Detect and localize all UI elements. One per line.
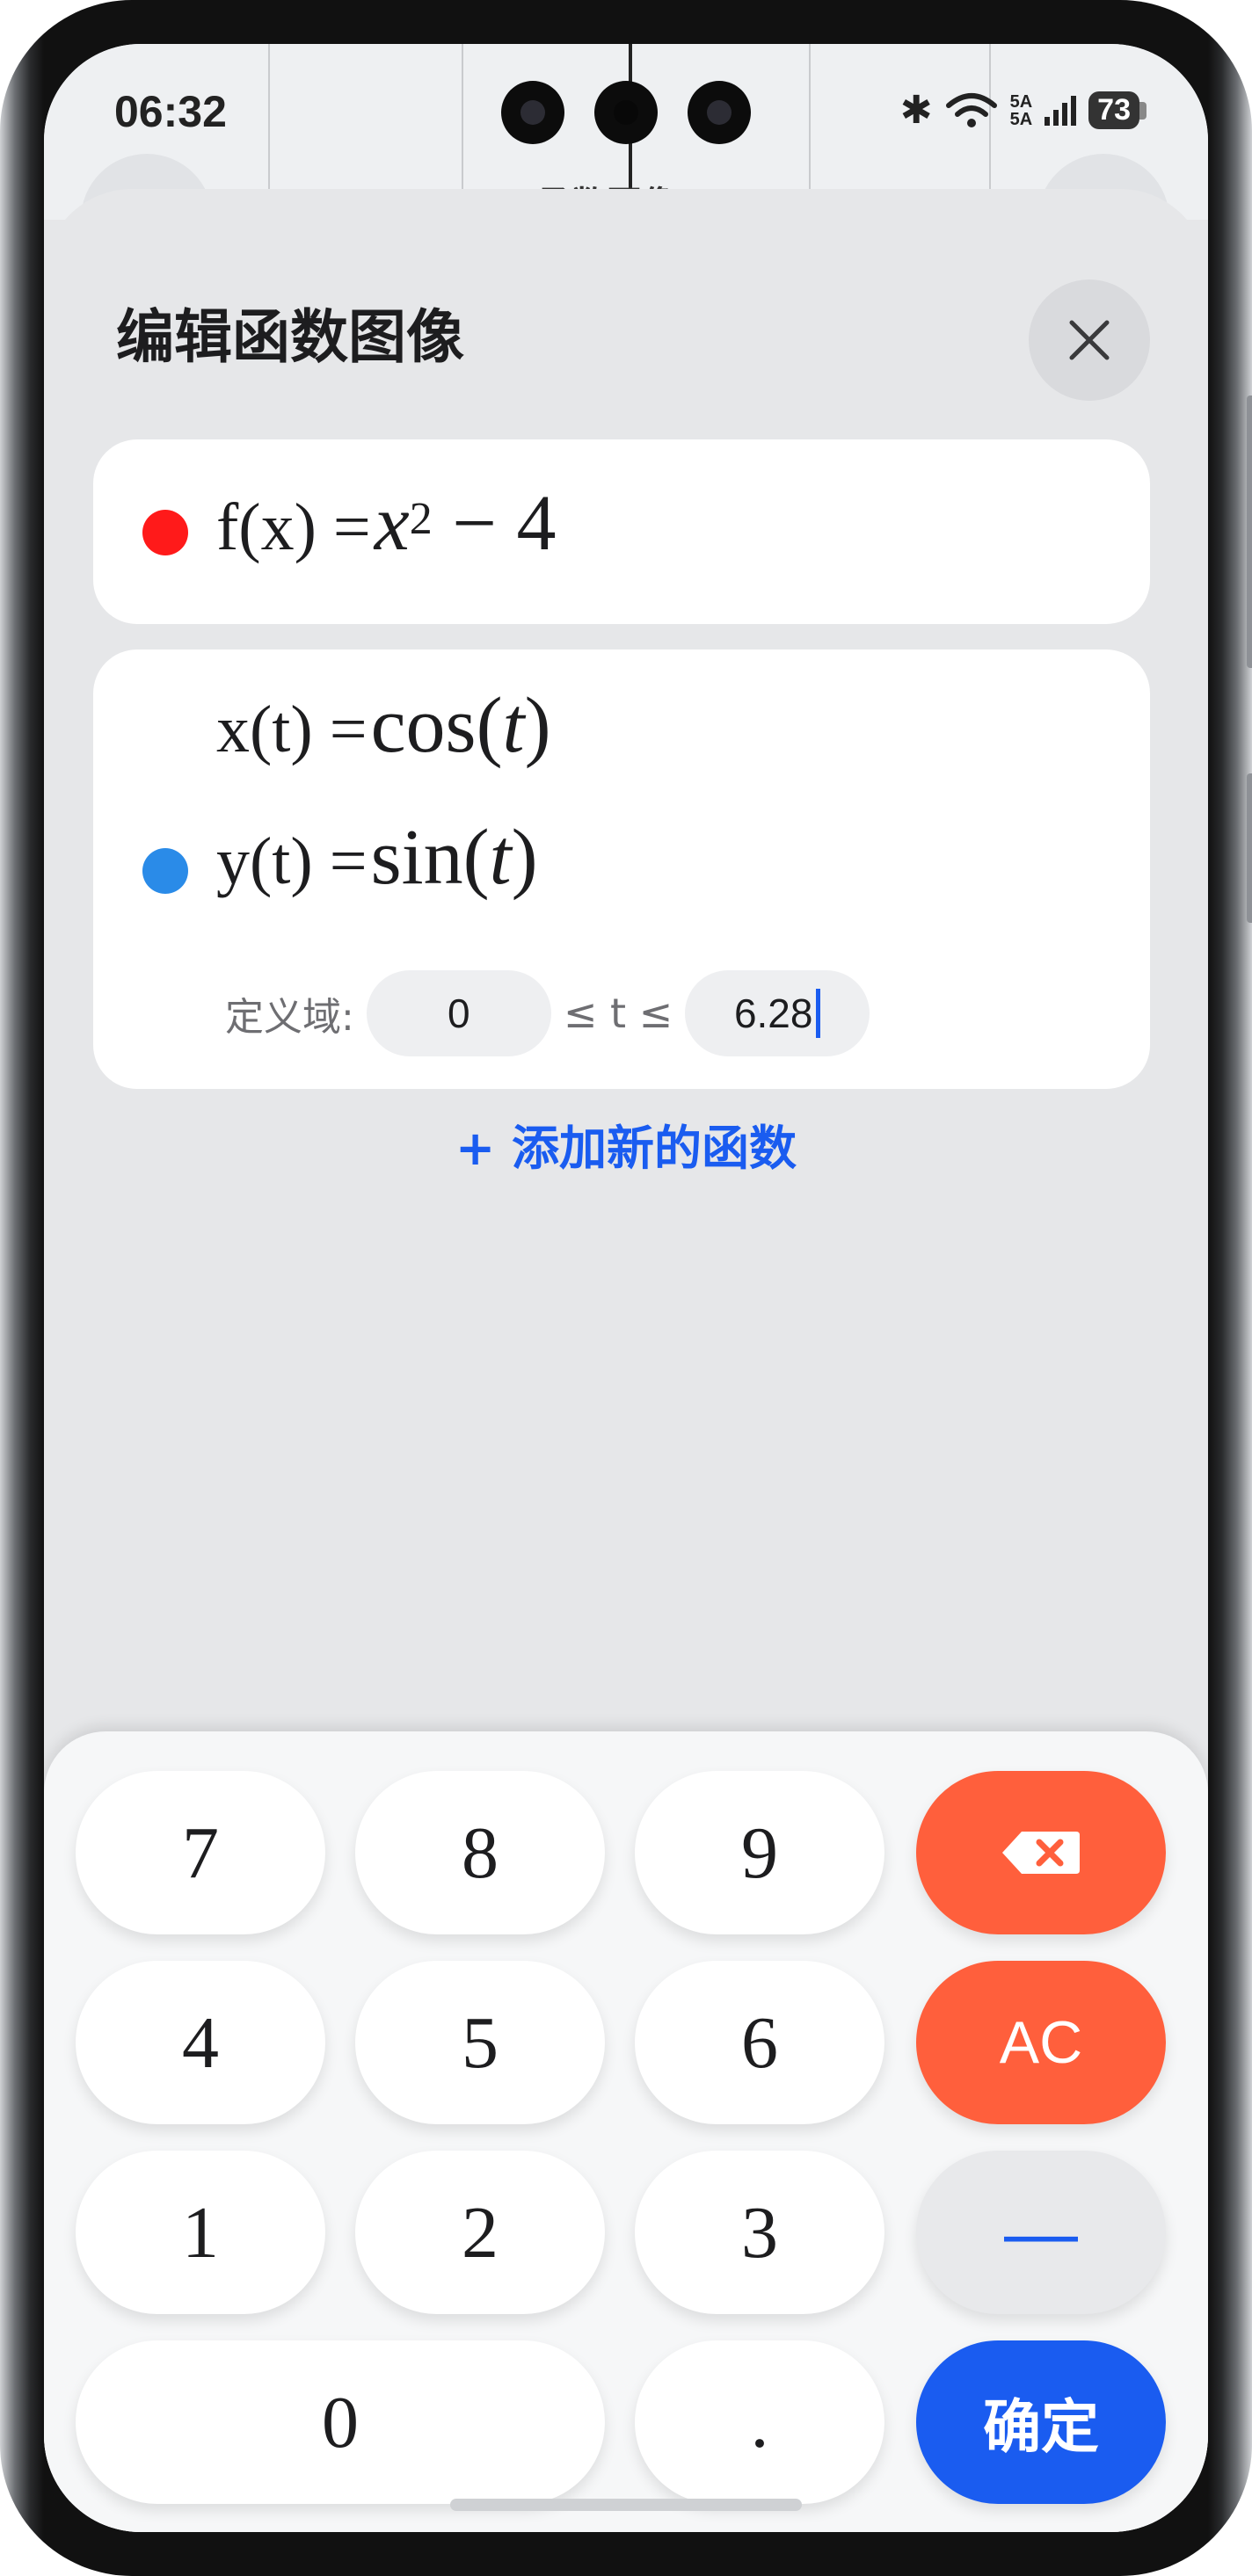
network-label: 5A	[1009, 91, 1033, 112]
text-caret	[816, 989, 821, 1038]
domain-row: 定义域: 0 ≤ t ≤ 6.28	[225, 970, 870, 1056]
parametric-y-expression[interactable]: y(t) = sin(t)	[216, 812, 538, 903]
key-5[interactable]: 5	[355, 1961, 605, 2124]
keypad: 7 8 9 4 5 6 AC 1 2 3 — 0 . 确定	[44, 1731, 1208, 2532]
key-8[interactable]: 8	[355, 1771, 605, 1934]
parametric-x-expression[interactable]: x(t) = cos(t)	[216, 680, 551, 771]
param-y-lhs: y(t) =	[216, 824, 368, 898]
add-function-button[interactable]: + 添加新的函数	[44, 1109, 1208, 1179]
function-card[interactable]: x(t) = cos(t) y(t) = sin(t) 定义域: 0 ≤ t ≤…	[93, 649, 1150, 1089]
signal-icon	[1045, 95, 1077, 126]
color-dot[interactable]	[142, 510, 188, 555]
power-button	[1247, 773, 1252, 923]
minus-button[interactable]: —	[916, 2151, 1166, 2314]
confirm-button[interactable]: 确定	[916, 2340, 1166, 2504]
status-icons: ✱ 5A 5A 73	[900, 88, 1146, 133]
phone-frame: 函数图像 06:32 ✱ 5A 5A 73	[0, 0, 1252, 2576]
function-variable: x	[374, 480, 410, 567]
bluetooth-icon: ✱	[899, 89, 933, 132]
domain-max-value: 6.28	[733, 990, 813, 1036]
network-labels: 5A 5A	[1010, 93, 1033, 128]
screen: 函数图像 06:32 ✱ 5A 5A 73	[44, 44, 1208, 2532]
function-lhs: f(x) =	[216, 490, 371, 564]
param-x-lhs: x(t) =	[216, 693, 368, 766]
close-icon	[1069, 320, 1110, 360]
param-y-arg: t	[489, 814, 512, 901]
status-time: 06:32	[114, 87, 227, 136]
key-2[interactable]: 2	[355, 2151, 605, 2314]
camera-icon	[688, 81, 751, 144]
function-card[interactable]: f(x) = x2 − 4	[93, 439, 1150, 624]
param-y-fn: sin(	[370, 814, 490, 901]
sheet-title: 编辑函数图像	[116, 303, 464, 371]
function-exponent: 2	[409, 493, 433, 544]
key-1[interactable]: 1	[76, 2151, 325, 2314]
camera-icon	[501, 81, 564, 144]
battery-level: 73	[1088, 91, 1139, 129]
param-x-close: )	[524, 682, 551, 769]
param-x-fn: cos(	[370, 682, 503, 769]
param-x-arg: t	[502, 682, 525, 769]
key-decimal[interactable]: .	[635, 2340, 884, 2504]
key-9[interactable]: 9	[635, 1771, 884, 1934]
key-4[interactable]: 4	[76, 1961, 325, 2124]
param-y-close: )	[511, 814, 538, 901]
close-button[interactable]	[1029, 279, 1150, 401]
key-3[interactable]: 3	[635, 2151, 884, 2314]
color-dot[interactable]	[142, 848, 188, 894]
function-rest: − 4	[432, 480, 557, 567]
key-6[interactable]: 6	[635, 1961, 884, 2124]
camera-icon	[594, 81, 658, 144]
network-label: 5A	[1009, 109, 1033, 129]
key-7[interactable]: 7	[76, 1771, 325, 1934]
domain-max-input[interactable]: 6.28	[685, 970, 870, 1056]
home-indicator[interactable]	[450, 2499, 802, 2511]
clear-button[interactable]: AC	[916, 1961, 1166, 2124]
domain-label: 定义域:	[225, 995, 354, 1040]
backspace-icon	[1002, 1832, 1080, 1874]
battery-icon: 73	[1088, 91, 1146, 129]
backspace-button[interactable]	[916, 1771, 1166, 1934]
domain-min-input[interactable]: 0	[366, 970, 551, 1056]
wifi-icon	[945, 92, 997, 127]
function-expression[interactable]: f(x) = x2 − 4	[216, 478, 557, 569]
key-0[interactable]: 0	[76, 2340, 605, 2504]
domain-separator: ≤ t ≤	[563, 990, 673, 1037]
volume-button	[1247, 395, 1252, 668]
